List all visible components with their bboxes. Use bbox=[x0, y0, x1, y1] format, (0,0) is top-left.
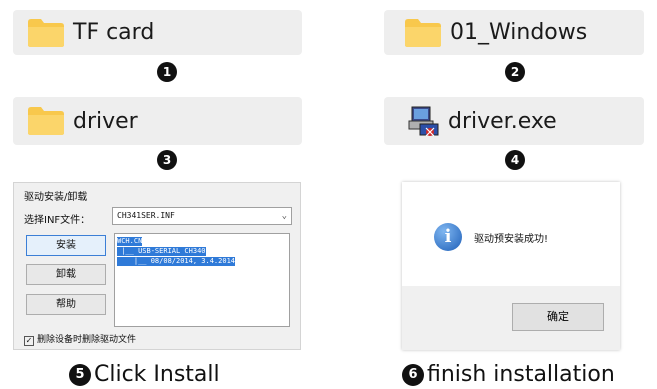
step5-badge: 5 bbox=[69, 363, 91, 386]
success-message: 驱动预安装成功! bbox=[474, 234, 549, 245]
step5-caption: 5 Click Install bbox=[69, 362, 220, 387]
install-success-dialog: i 驱动预安装成功! 确定 bbox=[402, 182, 620, 350]
step4-label: driver.exe bbox=[448, 108, 557, 134]
log-line: |__ USB-SERIAL CH340 bbox=[117, 247, 206, 256]
step4-badge: 4 bbox=[505, 150, 525, 170]
help-button[interactable]: 帮助 bbox=[26, 294, 106, 315]
install-button[interactable]: 安装 bbox=[26, 235, 106, 256]
inf-file-select[interactable]: CH341SER.INF ⌄ bbox=[112, 207, 292, 225]
step2-label: 01_Windows bbox=[450, 20, 588, 45]
log-line: |__ 08/08/2014, 3.4.2014 bbox=[117, 257, 236, 266]
checkbox-icon[interactable]: ✓ bbox=[24, 336, 34, 346]
step1-badge: 1 bbox=[157, 62, 177, 82]
step1-tile[interactable]: TF card bbox=[13, 10, 302, 55]
step3-tile[interactable]: driver bbox=[13, 97, 302, 145]
step4-tile[interactable]: driver.exe bbox=[384, 97, 644, 145]
step1-label: TF card bbox=[73, 20, 155, 45]
driver-install-dialog: 驱动安装/卸载 选择INF文件： CH341SER.INF ⌄ 安装 卸载 帮助… bbox=[13, 182, 301, 350]
installer-exe-icon bbox=[406, 105, 440, 137]
checkbox-label: 删除设备时删除驱动文件 bbox=[37, 335, 137, 345]
log-line: WCH.CN bbox=[117, 237, 143, 246]
inf-select-label: 选择INF文件： bbox=[24, 215, 91, 226]
step6-badge: 6 bbox=[402, 363, 424, 386]
step2-tile[interactable]: 01_Windows bbox=[384, 10, 644, 55]
folder-icon bbox=[404, 18, 442, 48]
ok-button[interactable]: 确定 bbox=[512, 303, 604, 331]
step3-label: driver bbox=[73, 108, 138, 134]
step5-caption-text: Click Install bbox=[94, 362, 220, 387]
step6-caption: 6 finish installation bbox=[402, 362, 615, 387]
folder-icon bbox=[27, 106, 65, 136]
step6-caption-text: finish installation bbox=[427, 362, 615, 387]
driver-info-log: WCH.CN |__ USB-SERIAL CH340 |__ 08/08/20… bbox=[114, 233, 290, 327]
info-icon: i bbox=[434, 223, 462, 251]
step3-badge: 3 bbox=[157, 150, 177, 170]
folder-icon bbox=[27, 18, 65, 48]
step2-badge: 2 bbox=[505, 62, 525, 82]
chevron-down-icon[interactable]: ⌄ bbox=[282, 208, 287, 224]
uninstall-button[interactable]: 卸载 bbox=[26, 264, 106, 285]
dialog-title: 驱动安装/卸载 bbox=[24, 192, 88, 203]
delete-driver-checkbox[interactable]: ✓ 删除设备时删除驱动文件 bbox=[24, 332, 136, 346]
inf-select-value: CH341SER.INF bbox=[117, 211, 175, 220]
